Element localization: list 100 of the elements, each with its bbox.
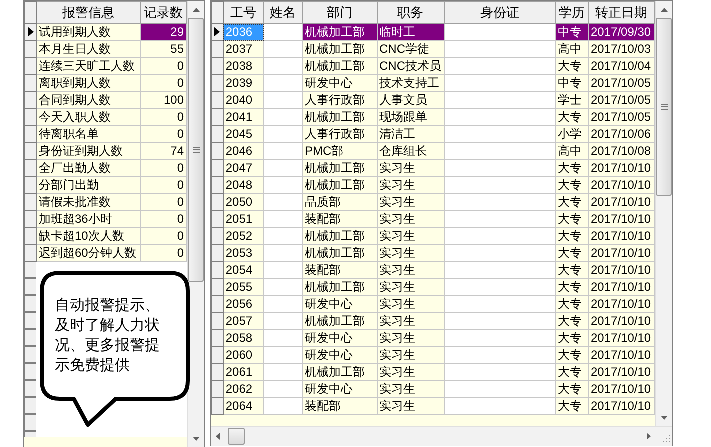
table-cell[interactable]: 大专 <box>556 330 588 346</box>
table-cell[interactable]: 实习生 <box>377 346 444 364</box>
table-cell[interactable]: 2017/10/10 <box>588 262 654 278</box>
table-cell[interactable]: 大专 <box>556 380 588 398</box>
table-cell[interactable]: 2017/10/10 <box>588 296 654 312</box>
scroll-down-icon[interactable] <box>192 436 200 440</box>
table-cell[interactable]: 实习生 <box>377 244 444 262</box>
table-cell[interactable]: 大专 <box>556 58 588 74</box>
table-cell[interactable]: 0 <box>140 58 186 74</box>
table-cell[interactable]: 全厂出勤人数 <box>36 160 140 176</box>
table-cell[interactable]: 2058 <box>223 330 264 346</box>
table-cell[interactable]: 2050 <box>223 194 264 210</box>
column-header[interactable]: 报警信息 <box>36 2 140 24</box>
table-cell[interactable]: 2040 <box>223 92 264 108</box>
table-cell[interactable]: 大专 <box>556 194 588 210</box>
table-cell[interactable]: 2017/10/05 <box>588 92 654 108</box>
table-cell[interactable]: 研发中心 <box>302 296 378 312</box>
scroll-up-icon[interactable] <box>660 8 668 12</box>
table-cell[interactable]: 机械加工部 <box>302 24 378 40</box>
table-cell[interactable]: 品质部 <box>302 194 378 210</box>
horizontal-scrollbar[interactable] <box>211 426 672 446</box>
table-cell[interactable]: 机械加工部 <box>302 364 378 380</box>
table-cell[interactable]: 大专 <box>556 398 588 414</box>
table-cell[interactable]: 2017/10/10 <box>588 312 654 330</box>
vertical-scrollbar[interactable] <box>655 1 672 426</box>
table-cell[interactable]: 2060 <box>223 346 264 364</box>
table-cell[interactable]: 离职到期人数 <box>36 74 140 92</box>
table-cell[interactable]: 大专 <box>556 244 588 262</box>
scroll-thumb[interactable] <box>228 428 245 445</box>
table-cell[interactable]: 0 <box>140 194 186 210</box>
table-cell[interactable]: 人事文员 <box>377 92 444 108</box>
table-cell[interactable]: 研发中心 <box>302 330 378 346</box>
table-cell[interactable]: 机械加工部 <box>302 108 378 126</box>
table-cell[interactable]: 机械加工部 <box>302 312 378 330</box>
table-cell[interactable]: 研发中心 <box>302 346 378 364</box>
column-header[interactable]: 职务 <box>377 2 444 24</box>
table-cell[interactable]: 机械加工部 <box>302 244 378 262</box>
table-cell[interactable]: 55 <box>140 40 186 58</box>
table-cell[interactable]: 机械加工部 <box>302 278 378 296</box>
table-cell[interactable]: CNC学徒 <box>377 40 444 58</box>
table-cell[interactable]: 大专 <box>556 312 588 330</box>
table-cell[interactable]: 实习生 <box>377 210 444 228</box>
table-cell[interactable]: 2053 <box>223 244 264 262</box>
table-cell[interactable]: 2039 <box>223 74 264 92</box>
table-cell[interactable]: 实习生 <box>377 364 444 380</box>
table-cell[interactable]: 试用到期人数 <box>36 24 140 40</box>
table-cell[interactable]: 迟到超60分钟人数 <box>36 244 140 262</box>
scroll-up-icon[interactable] <box>192 8 200 12</box>
table-cell[interactable]: 2038 <box>223 58 264 74</box>
column-header[interactable]: 部门 <box>302 2 378 24</box>
vertical-scrollbar[interactable] <box>187 1 204 447</box>
table-cell[interactable]: 仓库组长 <box>377 142 444 160</box>
table-cell[interactable]: 实习生 <box>377 228 444 244</box>
table-cell[interactable]: 0 <box>140 108 186 126</box>
table-cell[interactable]: 2037 <box>223 40 264 58</box>
table-cell[interactable]: 2017/10/10 <box>588 244 654 262</box>
table-cell[interactable]: 实习生 <box>377 262 444 278</box>
table-cell[interactable]: 实习生 <box>377 380 444 398</box>
table-cell[interactable]: 连续三天旷工人数 <box>36 58 140 74</box>
table-cell[interactable]: 机械加工部 <box>302 176 378 194</box>
table-cell[interactable]: 2051 <box>223 210 264 228</box>
scroll-thumb[interactable] <box>656 18 672 196</box>
column-header[interactable]: 工号 <box>223 2 264 24</box>
column-header[interactable]: 姓名 <box>264 2 302 24</box>
table-cell[interactable]: 实习生 <box>377 160 444 176</box>
table-cell[interactable]: 机械加工部 <box>302 228 378 244</box>
table-cell[interactable]: 高中 <box>556 40 588 58</box>
table-cell[interactable]: 2052 <box>223 228 264 244</box>
table-cell[interactable]: 学士 <box>556 92 588 108</box>
table-cell[interactable]: 中专 <box>556 74 588 92</box>
table-cell[interactable]: 2017/10/10 <box>588 228 654 244</box>
table-cell[interactable]: 2017/10/10 <box>588 380 654 398</box>
table-cell[interactable]: 机械加工部 <box>302 160 378 176</box>
table-cell[interactable]: 2017/10/10 <box>588 330 654 346</box>
column-header[interactable]: 转正日期 <box>588 2 654 24</box>
table-cell[interactable]: 0 <box>140 244 186 262</box>
scroll-right-icon[interactable] <box>647 433 651 440</box>
table-cell[interactable]: 2017/10/03 <box>588 40 654 58</box>
table-cell[interactable]: 实习生 <box>377 176 444 194</box>
table-cell[interactable]: 74 <box>140 142 186 160</box>
table-cell[interactable]: 2061 <box>223 364 264 380</box>
table-cell[interactable]: CNC技术员 <box>377 58 444 74</box>
table-cell[interactable]: 2048 <box>223 176 264 194</box>
table-cell[interactable]: 0 <box>140 210 186 228</box>
table-cell[interactable]: 分部门出勤 <box>36 176 140 194</box>
table-cell[interactable]: 2017/10/10 <box>588 176 654 194</box>
table-cell[interactable]: 2041 <box>223 108 264 126</box>
table-cell[interactable]: 0 <box>140 160 186 176</box>
table-cell[interactable]: 今天入职人数 <box>36 108 140 126</box>
column-header[interactable]: 学历 <box>556 2 588 24</box>
table-cell[interactable]: 29 <box>140 24 186 40</box>
table-cell[interactable]: 2017/09/30 <box>588 24 654 40</box>
table-cell[interactable]: 实习生 <box>377 194 444 210</box>
table-cell[interactable]: 2017/10/10 <box>588 346 654 364</box>
table-cell[interactable]: 大专 <box>556 210 588 228</box>
table-cell[interactable]: 2017/10/10 <box>588 278 654 296</box>
table-cell[interactable]: PMC部 <box>302 142 378 160</box>
table-cell[interactable]: 2054 <box>223 262 264 278</box>
table-cell[interactable]: 0 <box>140 228 186 244</box>
table-cell[interactable]: 实习生 <box>377 398 444 414</box>
